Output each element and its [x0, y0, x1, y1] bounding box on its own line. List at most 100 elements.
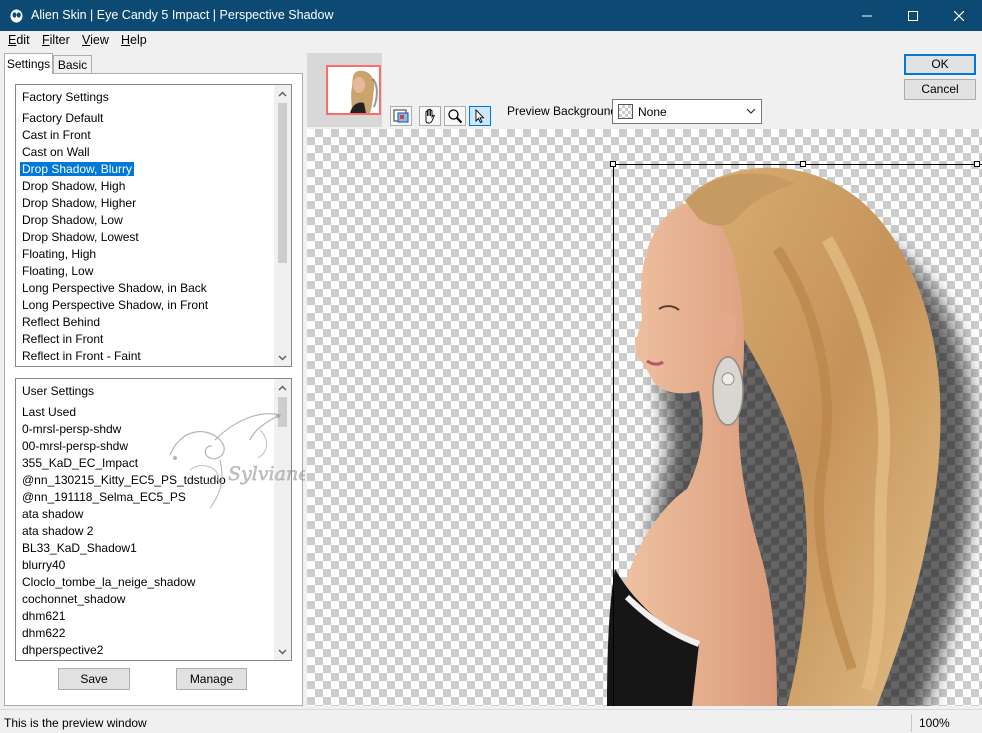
- list-item[interactable]: cochonnet_shadow: [20, 591, 275, 608]
- list-item[interactable]: Reflect in Front - Faint: [20, 348, 275, 365]
- navigator-tool-button[interactable]: [390, 106, 412, 126]
- list-item[interactable]: dhperspective2: [20, 642, 275, 659]
- list-item[interactable]: ata shadow 2: [20, 523, 275, 540]
- close-button[interactable]: [936, 0, 982, 31]
- chevron-down-icon: [278, 648, 287, 655]
- menu-edit[interactable]: Edit: [8, 33, 30, 47]
- menu-bar: Edit Filter View Help: [0, 31, 982, 51]
- scroll-up-button[interactable]: [274, 85, 291, 102]
- manage-button[interactable]: Manage: [176, 668, 247, 690]
- scroll-up-button[interactable]: [274, 379, 291, 396]
- list-item-label: dhm622: [22, 626, 66, 640]
- minimize-button[interactable]: [844, 0, 890, 31]
- cancel-button[interactable]: Cancel: [904, 79, 976, 100]
- factory-settings-header: Factory Settings: [22, 90, 109, 104]
- list-item[interactable]: Drop Shadow, Lowest: [20, 229, 275, 246]
- list-item[interactable]: Factory Default: [20, 110, 275, 127]
- list-item[interactable]: Floating, Low: [20, 263, 275, 280]
- arrow-select-icon: [475, 108, 485, 124]
- factory-settings-items: Factory Default Cast in Front Cast on Wall…: [18, 110, 275, 365]
- list-item[interactable]: Floating, High: [20, 246, 275, 263]
- zoom-level: 100%: [911, 714, 980, 732]
- scroll-thumb[interactable]: [278, 103, 287, 263]
- tab-settings[interactable]: Settings: [4, 53, 53, 74]
- list-item-label: 0-mrsl-persp-shdw: [22, 422, 122, 436]
- navigator-view-frame[interactable]: [326, 65, 381, 115]
- list-item-label: Drop Shadow, High: [22, 179, 126, 193]
- list-item-label: Drop Shadow, Low: [22, 213, 123, 227]
- watermark-text: Sylviane: [228, 463, 305, 485]
- list-item[interactable]: Cast in Front: [20, 127, 275, 144]
- scroll-down-button[interactable]: [274, 349, 291, 366]
- maximize-button[interactable]: [890, 0, 936, 31]
- list-item[interactable]: Drop Shadow, Low: [20, 212, 275, 229]
- status-message: This is the preview window: [4, 716, 147, 730]
- menu-view[interactable]: View: [82, 33, 109, 47]
- list-item-label: Factory Default: [22, 111, 104, 125]
- list-item-label: Cast on Wall: [22, 145, 90, 159]
- list-item[interactable]: Drop Shadow, Higher: [20, 195, 275, 212]
- zoom-magnifier-icon: [448, 109, 463, 124]
- selection-box[interactable]: [610, 161, 982, 706]
- list-item-label: cochonnet_shadow: [22, 592, 126, 606]
- list-item[interactable]: Reflect in Front: [20, 331, 275, 348]
- navigator-tool-icon: [393, 109, 409, 123]
- list-item-label: Cast in Front: [22, 128, 91, 142]
- preview-window[interactable]: [307, 129, 982, 706]
- hand-pan-icon: [425, 108, 435, 124]
- title-bar: Alien Skin | Eye Candy 5 Impact | Perspe…: [0, 0, 982, 31]
- list-item[interactable]: dhm621: [20, 608, 275, 625]
- maximize-icon: [908, 10, 918, 21]
- list-item[interactable]: blurry40: [20, 557, 275, 574]
- chevron-down-icon: [278, 354, 287, 361]
- close-icon: [954, 10, 964, 21]
- zoom-tool-button[interactable]: [444, 106, 466, 126]
- save-button[interactable]: Save: [58, 668, 130, 690]
- list-item[interactable]: BL33_KaD_Shadow1: [20, 540, 275, 557]
- chevron-up-icon: [278, 90, 287, 97]
- list-item-label: Floating, Low: [22, 264, 94, 278]
- factory-scrollbar[interactable]: [274, 85, 291, 366]
- menu-help[interactable]: Help: [121, 33, 147, 47]
- resize-handle[interactable]: [974, 161, 980, 167]
- list-item[interactable]: Drop Shadow, Blurry: [18, 161, 275, 178]
- preview-background-label: Preview Background:: [507, 104, 621, 118]
- list-item-label: Reflect Behind: [22, 315, 101, 329]
- ok-button[interactable]: OK: [904, 54, 976, 75]
- list-item-label: Reflect in Front - Faint: [22, 349, 141, 363]
- list-item[interactable]: Long Perspective Shadow, in Front: [20, 297, 275, 314]
- list-item-label: 00-mrsl-persp-shdw: [22, 439, 129, 453]
- list-item[interactable]: Cloclo_tombe_la_neige_shadow: [20, 574, 275, 591]
- sylviane-watermark: Sylviane: [169, 413, 305, 509]
- list-item[interactable]: Reflect Behind: [20, 314, 275, 331]
- list-item-label: ata shadow: [22, 507, 84, 521]
- select-tool-button[interactable]: [469, 106, 491, 126]
- list-item-label: Drop Shadow, Higher: [22, 196, 137, 210]
- resize-handle[interactable]: [800, 161, 806, 167]
- chevron-down-icon: [746, 108, 756, 114]
- list-item[interactable]: dhm622: [20, 625, 275, 642]
- list-item[interactable]: Long Perspective Shadow, in Back: [20, 280, 275, 297]
- list-item-label: 355_KaD_EC_Impact: [22, 456, 139, 470]
- list-item[interactable]: Drop Shadow, High: [20, 178, 275, 195]
- list-item-label: Cloclo_tombe_la_neige_shadow: [22, 575, 196, 589]
- menu-filter[interactable]: Filter: [42, 33, 70, 47]
- list-item-label: BL33_KaD_Shadow1: [22, 541, 137, 555]
- list-item-label: Drop Shadow, Lowest: [22, 230, 139, 244]
- factory-settings-list[interactable]: Factory Settings Factory Default Cast in …: [15, 84, 292, 367]
- list-item-label: dhm621: [22, 609, 66, 623]
- user-settings-header: User Settings: [22, 384, 95, 398]
- list-item-label: ata shadow 2: [22, 524, 94, 538]
- resize-handle[interactable]: [610, 161, 616, 167]
- navigator-portrait-thumb: [328, 67, 379, 113]
- list-item[interactable]: Cast on Wall: [20, 144, 275, 161]
- window-title: Alien Skin | Eye Candy 5 Impact | Perspe…: [31, 8, 334, 22]
- minimize-icon: [862, 15, 872, 16]
- alien-skin-app-icon[interactable]: [9, 8, 24, 23]
- tab-basic[interactable]: Basic: [53, 55, 92, 74]
- list-item-label: Reflect in Front: [22, 332, 104, 346]
- hand-tool-button[interactable]: [419, 106, 441, 126]
- list-item-label: dhperspective2: [22, 643, 104, 657]
- scroll-down-button[interactable]: [274, 643, 291, 660]
- preview-background-select[interactable]: None: [612, 99, 762, 124]
